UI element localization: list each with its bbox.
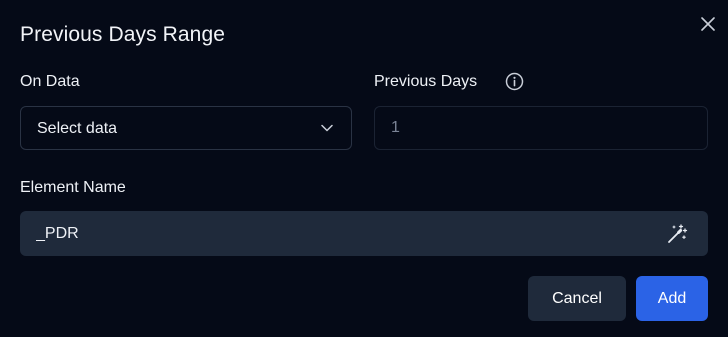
previous-days-range-dialog: Previous Days Range On Data Previous Day… xyxy=(0,0,728,337)
element-name-label: Element Name xyxy=(20,179,126,196)
previous-days-input[interactable] xyxy=(374,106,708,150)
chevron-down-icon xyxy=(321,124,333,132)
add-button[interactable]: Add xyxy=(636,276,708,321)
info-icon[interactable] xyxy=(505,72,524,91)
close-button[interactable] xyxy=(698,14,718,34)
on-data-select-value: Select data xyxy=(37,120,118,137)
dialog-title: Previous Days Range xyxy=(20,23,225,46)
close-icon xyxy=(701,17,715,31)
on-data-select[interactable]: Select data xyxy=(20,106,352,150)
cancel-button[interactable]: Cancel xyxy=(528,276,626,321)
element-name-field xyxy=(20,211,708,256)
on-data-label: On Data xyxy=(20,73,80,90)
magic-wand-icon[interactable] xyxy=(666,223,688,245)
element-name-input[interactable] xyxy=(20,211,660,256)
previous-days-label: Previous Days xyxy=(374,73,478,90)
